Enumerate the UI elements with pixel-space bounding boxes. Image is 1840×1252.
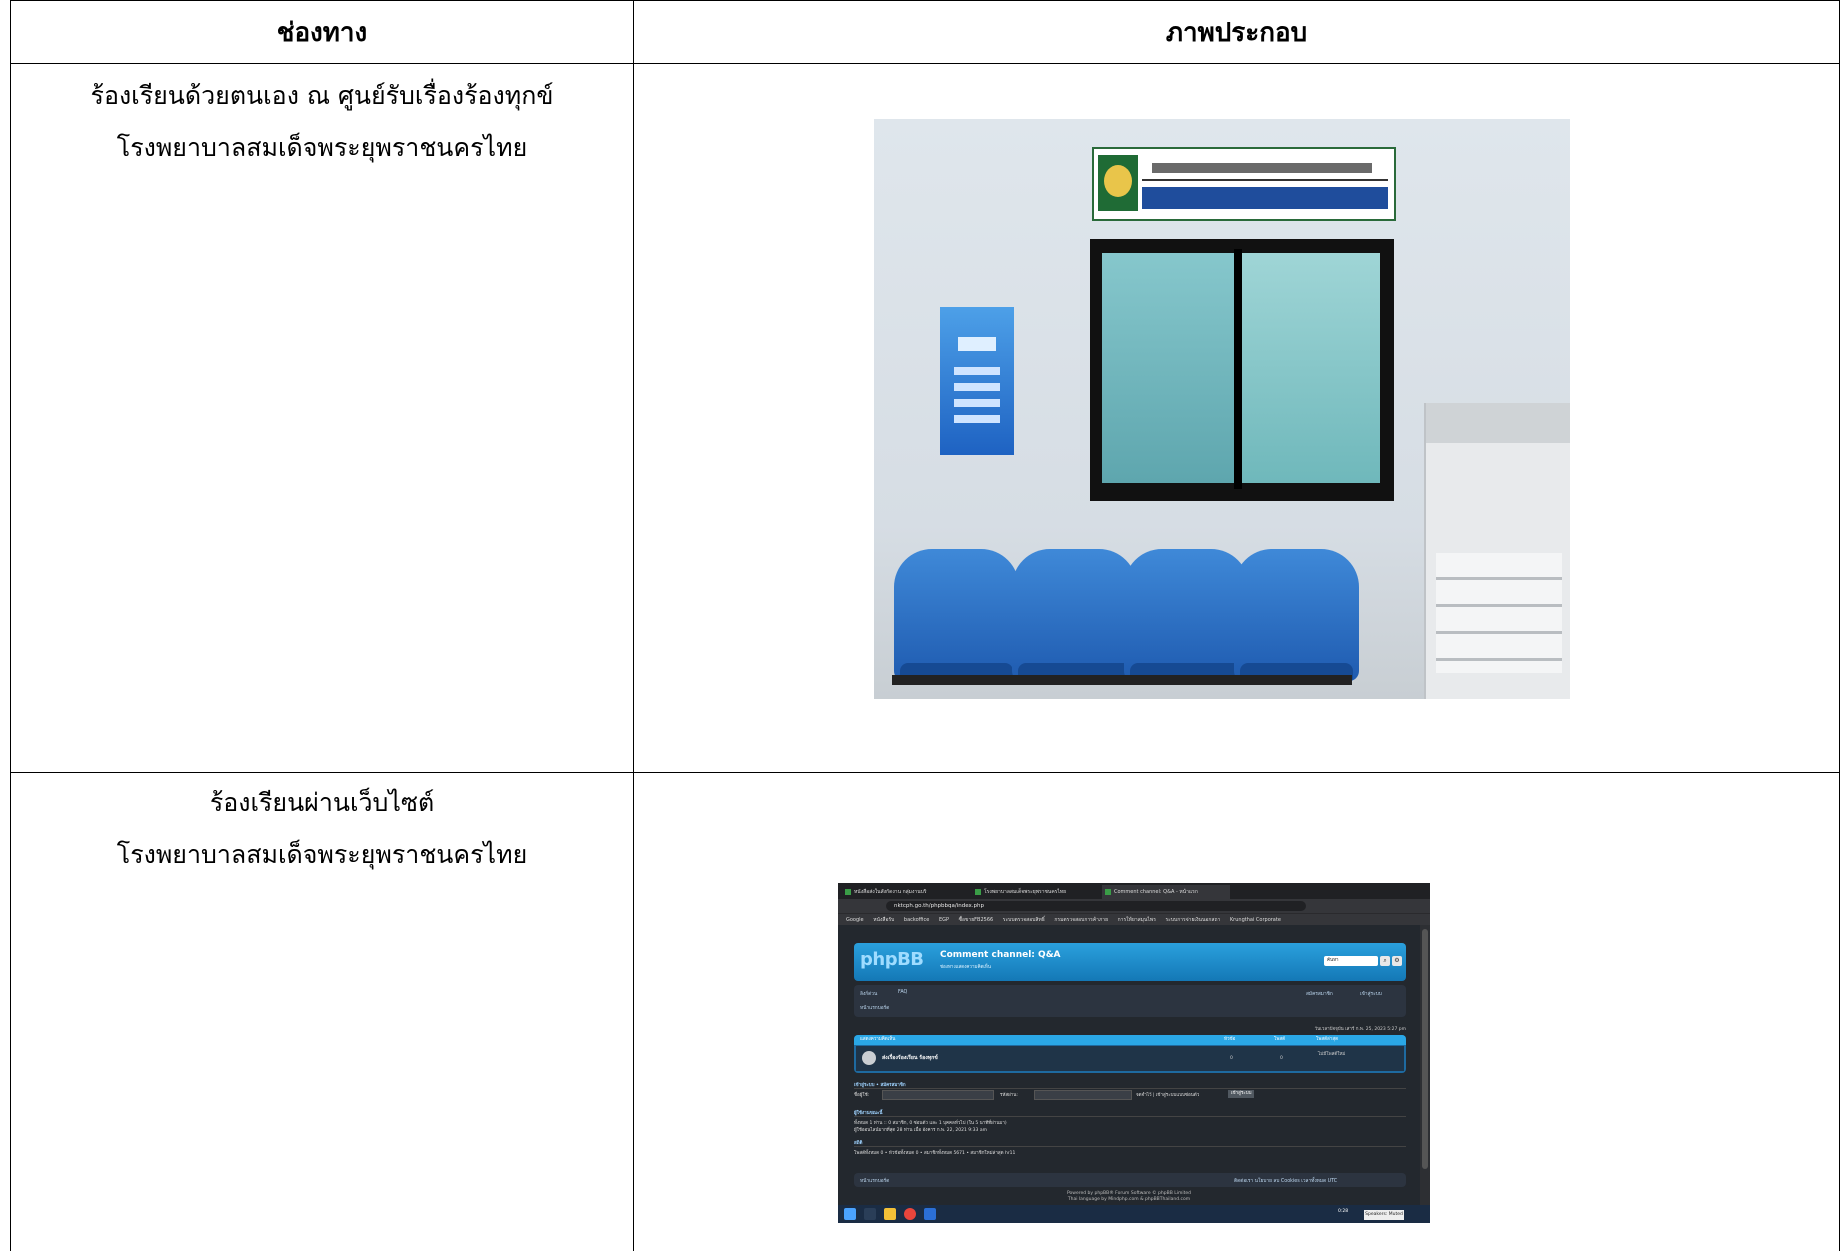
bookmark: Krungthai Corporate (1229, 917, 1281, 923)
info-poster (940, 307, 1014, 455)
chair (894, 549, 1019, 685)
password-field (1034, 1090, 1132, 1100)
login-heading: เข้าสู่ระบบ • สมัครสมาชิก (854, 1083, 906, 1088)
powered-by: Powered by phpBB® Forum Software © phpBB… (1066, 1191, 1192, 1202)
forum-header: phpBB Comment channel: Q&A ช่องทางแสดงคว… (854, 943, 1406, 981)
forum-title: Comment channel: Q&A (940, 950, 1061, 960)
breadcrumb: หน้าแรกบอร์ด (860, 1006, 890, 1011)
url-field: nktcph.go.th/phpbbqa/index.php (886, 901, 1306, 911)
folder-icon (884, 1208, 896, 1220)
online-heading: ผู้ใช้งานขณะนี้ (854, 1111, 883, 1116)
chrome-icon (904, 1208, 916, 1220)
bookmark: Google (846, 917, 864, 923)
speakers-toast: Speakers: Muted (1364, 1210, 1404, 1220)
quick-links: ลิงก์ด่วน (860, 992, 878, 997)
chair (1124, 549, 1249, 685)
copier-machine (1424, 403, 1570, 699)
address-bar: nktcph.go.th/phpbbqa/index.php (838, 899, 1430, 913)
office-sign (1092, 147, 1396, 221)
bookmark: การให้ยาสมุนไพร (1117, 917, 1156, 923)
channel-line: ร้องเรียนด้วยตนเอง ณ ศูนย์รับเรื่องร้องท… (90, 81, 554, 110)
header-illustration: ภาพประกอบ (633, 0, 1840, 64)
bookmark: EGP (938, 917, 949, 923)
register-link: สมัครสมาชิก (1306, 992, 1333, 997)
browser-tabs: หนังสือส่งในสังกัดงาน กลุ่มงานบริ โรงพยา… (838, 883, 1430, 899)
bookmark: ระบบตรวจสอบสิทธิ์ (1002, 917, 1045, 923)
bookmark: ซื้อขายFB2566 (958, 917, 994, 923)
illustration-cell (633, 63, 1840, 773)
service-window (1090, 239, 1394, 501)
channel-cell: ร้องเรียนด้วยตนเอง ณ ศูนย์รับเรื่องร้องท… (10, 63, 634, 773)
forum-name: ส่งเรื่องร้องเรียน ร้องทุกข์ (882, 1055, 938, 1061)
forum-navbar: ลิงก์ด่วน FAQ สมัครสมาชิก เข้าสู่ระบบ หน… (854, 985, 1406, 1017)
browser-tab: โรงพยาบาลสมเด็จพระยุพราชนครไทย (972, 885, 1100, 899)
app-icon (924, 1208, 936, 1220)
chair (1012, 549, 1137, 685)
faq-link: FAQ (898, 990, 908, 995)
table-row: ร้องเรียนด้วยตนเอง ณ ศูนย์รับเรื่องร้องท… (10, 63, 1840, 773)
hospital-seal-icon (1098, 155, 1138, 211)
header-channel: ช่องทาง (10, 0, 634, 64)
bookmark: หนังสือรับ (873, 917, 895, 923)
windows-start-icon (844, 1208, 856, 1220)
scrollbar (1420, 925, 1430, 1205)
channels-table: ช่องทาง ภาพประกอบ ร้องเรียนด้วยตนเอง ณ ศ… (10, 0, 1840, 1251)
login-button: เข้าสู่ระบบ (1228, 1090, 1255, 1098)
channel-cell: ร้องเรียนผ่านเว็บไซต์ โรงพยาบาลสมเด็จพระ… (10, 772, 634, 1251)
current-datetime: วันเวลาปัจจุบัน เสาร์ ก.พ. 25, 2023 5:27… (1314, 1027, 1406, 1032)
username-field (882, 1090, 994, 1100)
forum-page: phpBB Comment channel: Q&A ช่องทางแสดงคว… (838, 925, 1420, 1205)
channel-line: โรงพยาบาลสมเด็จพระยุพราชนครไทย (116, 840, 528, 869)
login-link: เข้าสู่ระบบ (1360, 992, 1382, 997)
bookmark: กรมตรวจสอบการค้าภาย (1054, 917, 1109, 923)
bookmark: backoffice (903, 917, 930, 923)
phpbb-logo: phpBB (860, 949, 924, 970)
illustration-cell: หนังสือส่งในสังกัดงาน กลุ่มงานบริ โรงพยา… (633, 772, 1840, 1251)
bookmark: ระบบการจ่ายเงินนอกสถา (1165, 917, 1221, 923)
search-icon: ⌕ (1380, 956, 1390, 966)
website-screenshot: หนังสือส่งในสังกัดงาน กลุ่มงานบริ โรงพยา… (838, 883, 1430, 1223)
forum-row: ส่งเรื่องร้องเรียน ร้องทุกข์ 0 0 ไม่มีโพ… (856, 1046, 1404, 1071)
forum-list: แสดงความคิดเห็น หัวข้อ โพสต์ โพสต์ล่าสุด… (854, 1035, 1406, 1073)
search-icon (864, 1208, 876, 1220)
clock: 0:28 (1338, 1209, 1349, 1214)
gear-icon: ⚙ (1392, 956, 1402, 966)
search-input: ค้นหา (1324, 956, 1378, 966)
forum-read-icon (862, 1051, 876, 1065)
forum-subtitle: ช่องทางแสดงความคิดเห็น (940, 965, 991, 970)
forum-footer-bar: หน้าแรกบอร์ด ติดต่อเรา นโยบาย ลบ Cookies… (854, 1173, 1406, 1187)
forum-list-header: แสดงความคิดเห็น หัวข้อ โพสต์ โพสต์ล่าสุด (854, 1035, 1406, 1045)
windows-taskbar: 0:28 Speakers: Muted (838, 1205, 1430, 1223)
channel-line: โรงพยาบาลสมเด็จพระยุพราชนครไทย (116, 133, 528, 162)
channel-line: ร้องเรียนผ่านเว็บไซต์ (209, 788, 435, 817)
complaint-office-photo (874, 119, 1570, 699)
stats-heading: สถิติ (854, 1141, 863, 1146)
chair-rail (892, 675, 1352, 685)
browser-tab: Comment channel: Q&A - หน้าแรก (1102, 885, 1230, 899)
table-row: ร้องเรียนผ่านเว็บไซต์ โรงพยาบาลสมเด็จพระ… (10, 772, 1840, 1251)
chair (1234, 549, 1359, 685)
browser-tab: หนังสือส่งในสังกัดงาน กลุ่มงานบริ (842, 885, 970, 899)
